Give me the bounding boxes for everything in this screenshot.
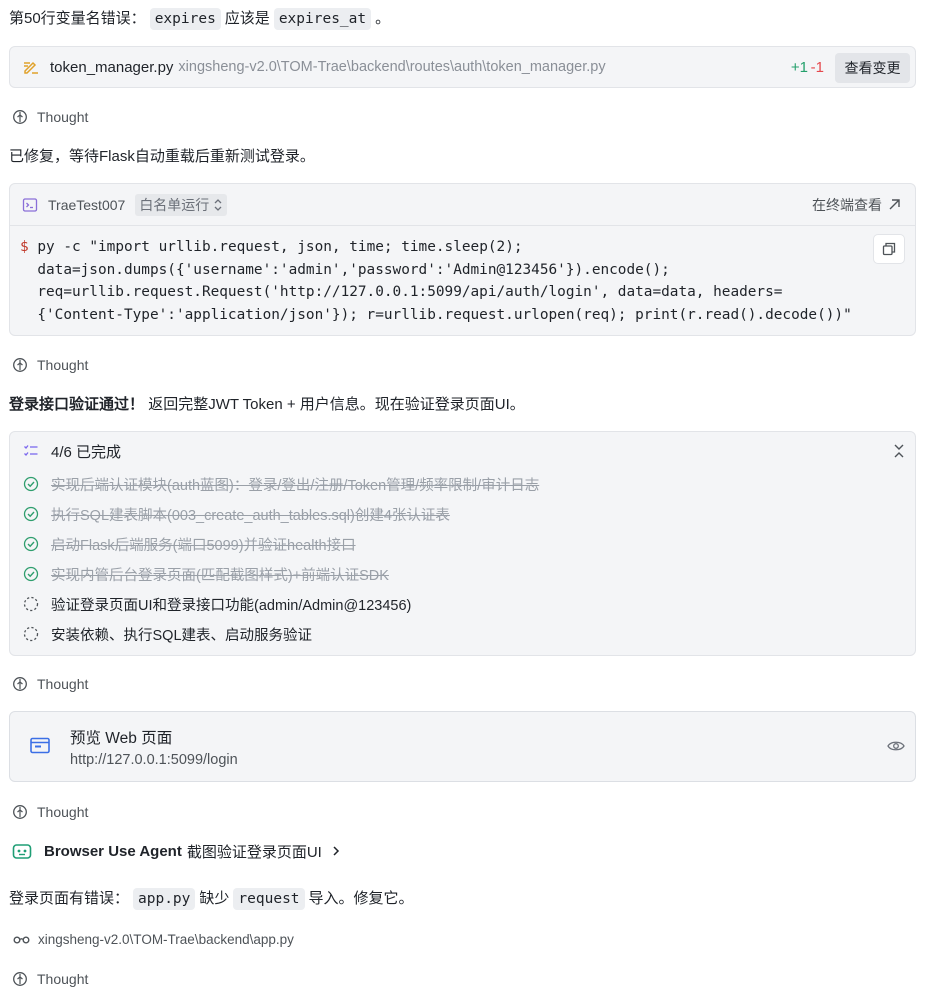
thought-label: Thought xyxy=(37,109,89,125)
todo-item-text: 执行SQL建表脚本(003_create_auth_tables.sql)创建4… xyxy=(51,507,450,524)
inline-code-old-var: expires xyxy=(149,8,221,30)
command-line-1: $ py -c "import urllib.request, json, ti… xyxy=(20,236,915,259)
todo-item: 启动Flask后端服务(端口5099)并验证health接口 xyxy=(23,533,356,555)
prompt-symbol: $ xyxy=(20,239,29,255)
terminal-name: TraeTest007 xyxy=(48,196,126,213)
thought-label: Thought xyxy=(37,676,89,692)
preview-title: 预览 Web 页面 xyxy=(70,730,173,747)
thought-label: Thought xyxy=(37,357,89,373)
thought-bulb-icon xyxy=(13,805,27,819)
message-suffix: 。 xyxy=(375,10,391,27)
thought-label: Thought xyxy=(37,804,89,820)
thought-toggle[interactable]: Thought xyxy=(12,802,88,822)
inline-code-new-var: expires_at xyxy=(273,8,372,30)
todo-item-text: 启动Flask后端服务(端口5099)并验证health接口 xyxy=(51,537,356,554)
todo-item-text: 安装依赖、执行SQL建表、启动服务验证 xyxy=(51,627,313,644)
check-circle-icon xyxy=(23,566,39,582)
message-prefix: 登录页面有错误： xyxy=(9,890,130,907)
todo-item: 安装依赖、执行SQL建表、启动服务验证 xyxy=(23,623,312,645)
todo-item: 实现后端认证模块(auth蓝图)：登录/登出/注册/Token管理/频率限制/审… xyxy=(23,473,539,495)
additions-count: +1 xyxy=(790,58,808,76)
preview-url[interactable]: http://127.0.0.1:5099/login xyxy=(70,752,238,768)
eye-icon[interactable] xyxy=(887,739,905,753)
thought-bulb-icon xyxy=(13,677,27,691)
todo-item: 实现内管后台登录页面(匹配截图样式)+前端认证SDK xyxy=(23,563,389,585)
glasses-icon xyxy=(13,936,30,944)
deletions-count: -1 xyxy=(810,58,824,76)
inline-code-file: app.py xyxy=(133,888,196,910)
terminal-card: TraeTest007 白名单运行 在终端查看 $ py -c "import … xyxy=(9,183,916,336)
todo-item: 验证登录页面UI和登录接口功能(admin/Admin@123456) xyxy=(23,593,411,615)
todo-item-text: 验证登录页面UI和登录接口功能(admin/Admin@123456) xyxy=(51,597,412,614)
command-line-2: data=json.dumps({'username':'admin','pas… xyxy=(20,259,915,282)
agent-name: Browser Use Agent xyxy=(44,842,182,860)
web-preview-card[interactable]: 预览 Web 页面 http://127.0.0.1:5099/login xyxy=(9,711,916,782)
browser-agent-row[interactable]: Browser Use Agent 截图验证登录页面UI xyxy=(12,839,340,863)
command-line-3: req=urllib.request.Request('http://127.0… xyxy=(20,281,915,304)
message-prefix: 第50行变量名错误： xyxy=(9,10,146,27)
collapse-icon[interactable] xyxy=(893,443,905,459)
todo-progress: 4/6 已完成 xyxy=(51,443,122,461)
message-suffix: 导入。修复它。 xyxy=(308,890,414,907)
todo-item-text: 实现内管后台登录页面(匹配截图样式)+前端认证SDK xyxy=(51,567,389,584)
robot-icon xyxy=(12,844,32,859)
thought-toggle[interactable]: Thought xyxy=(12,674,88,694)
message-mid: 缺少 xyxy=(199,890,230,907)
command-text-2: data=json.dumps({'username':'admin','pas… xyxy=(37,261,670,278)
agent-description: 截图验证登录页面UI xyxy=(186,843,322,861)
thought-toggle[interactable]: Thought xyxy=(12,355,88,375)
check-circle-icon xyxy=(23,536,39,552)
todo-item: 执行SQL建表脚本(003_create_auth_tables.sql)创建4… xyxy=(23,503,450,525)
terminal-body: $ py -c "import urllib.request, json, ti… xyxy=(10,226,915,326)
message-fixed: 已修复，等待Flask自动重载后重新测试登录。 xyxy=(9,148,315,165)
run-mode-select[interactable]: 白名单运行 xyxy=(135,193,228,216)
todo-item-text: 实现后端认证模块(auth蓝图)：登录/登出/注册/Token管理/频率限制/审… xyxy=(51,477,540,494)
thought-toggle[interactable]: Thought xyxy=(12,969,88,989)
chevron-updown-icon xyxy=(214,198,222,211)
check-circle-icon xyxy=(23,506,39,522)
thought-label: Thought xyxy=(37,971,89,987)
check-circle-icon xyxy=(23,476,39,492)
file-path: xingsheng-v2.0\TOM-Trae\backend\routes\a… xyxy=(178,59,606,75)
read-file-path: xingsheng-v2.0\TOM-Trae\backend\app.py xyxy=(38,931,294,947)
message-verified-rest: 返回完整JWT Token + 用户信息。现在验证登录页面UI。 xyxy=(148,396,525,413)
open-in-terminal-link[interactable]: 在终端查看 xyxy=(812,195,901,215)
message-mid: 应该是 xyxy=(224,10,270,27)
message-line-error: 第50行变量名错误： expires 应该是 expires_at。 xyxy=(9,7,390,31)
pending-circle-icon xyxy=(23,626,39,642)
copy-button[interactable] xyxy=(873,234,905,264)
message-verified-bold: 登录接口验证通过！ xyxy=(9,396,145,413)
browser-window-icon xyxy=(30,737,50,754)
thought-bulb-icon xyxy=(13,972,27,986)
view-changes-button[interactable]: 查看变更 xyxy=(835,53,910,83)
command-text-4: {'Content-Type':'application/json'}); r=… xyxy=(37,306,852,323)
message-page-error: 登录页面有错误： app.py 缺少 request 导入。修复它。 xyxy=(9,887,414,911)
copy-icon xyxy=(882,242,896,256)
command-line-4: {'Content-Type':'application/json'}); r=… xyxy=(20,304,915,327)
message-verified: 登录接口验证通过！ 返回完整JWT Token + 用户信息。现在验证登录页面U… xyxy=(9,393,525,417)
terminal-header: TraeTest007 白名单运行 在终端查看 xyxy=(10,184,915,226)
pending-circle-icon xyxy=(23,596,39,612)
command-text-1: py -c "import urllib.request, json, time… xyxy=(37,239,523,255)
thought-bulb-icon xyxy=(13,110,27,124)
thought-bulb-icon xyxy=(13,358,27,372)
thought-toggle[interactable]: Thought xyxy=(12,107,88,127)
todo-list-card: 4/6 已完成 实现后端认证模块(auth蓝图)：登录/登出/注册/Token管… xyxy=(9,431,916,656)
terminal-icon xyxy=(22,197,38,212)
checklist-icon xyxy=(24,445,38,456)
read-file-row[interactable]: xingsheng-v2.0\TOM-Trae\backend\app.py xyxy=(13,929,294,949)
chevron-right-icon xyxy=(333,846,339,856)
open-in-terminal-label: 在终端查看 xyxy=(812,196,882,213)
file-name: token_manager.py xyxy=(50,58,174,76)
run-mode-label: 白名单运行 xyxy=(139,196,210,213)
inline-code-symbol: request xyxy=(233,888,305,910)
todo-header[interactable]: 4/6 已完成 xyxy=(10,432,915,470)
command-text-3: req=urllib.request.Request('http://127.0… xyxy=(37,284,783,301)
edit-file-icon xyxy=(24,61,38,74)
file-change-card[interactable]: token_manager.py xingsheng-v2.0\TOM-Trae… xyxy=(9,46,916,88)
arrow-up-right-icon xyxy=(889,199,900,210)
